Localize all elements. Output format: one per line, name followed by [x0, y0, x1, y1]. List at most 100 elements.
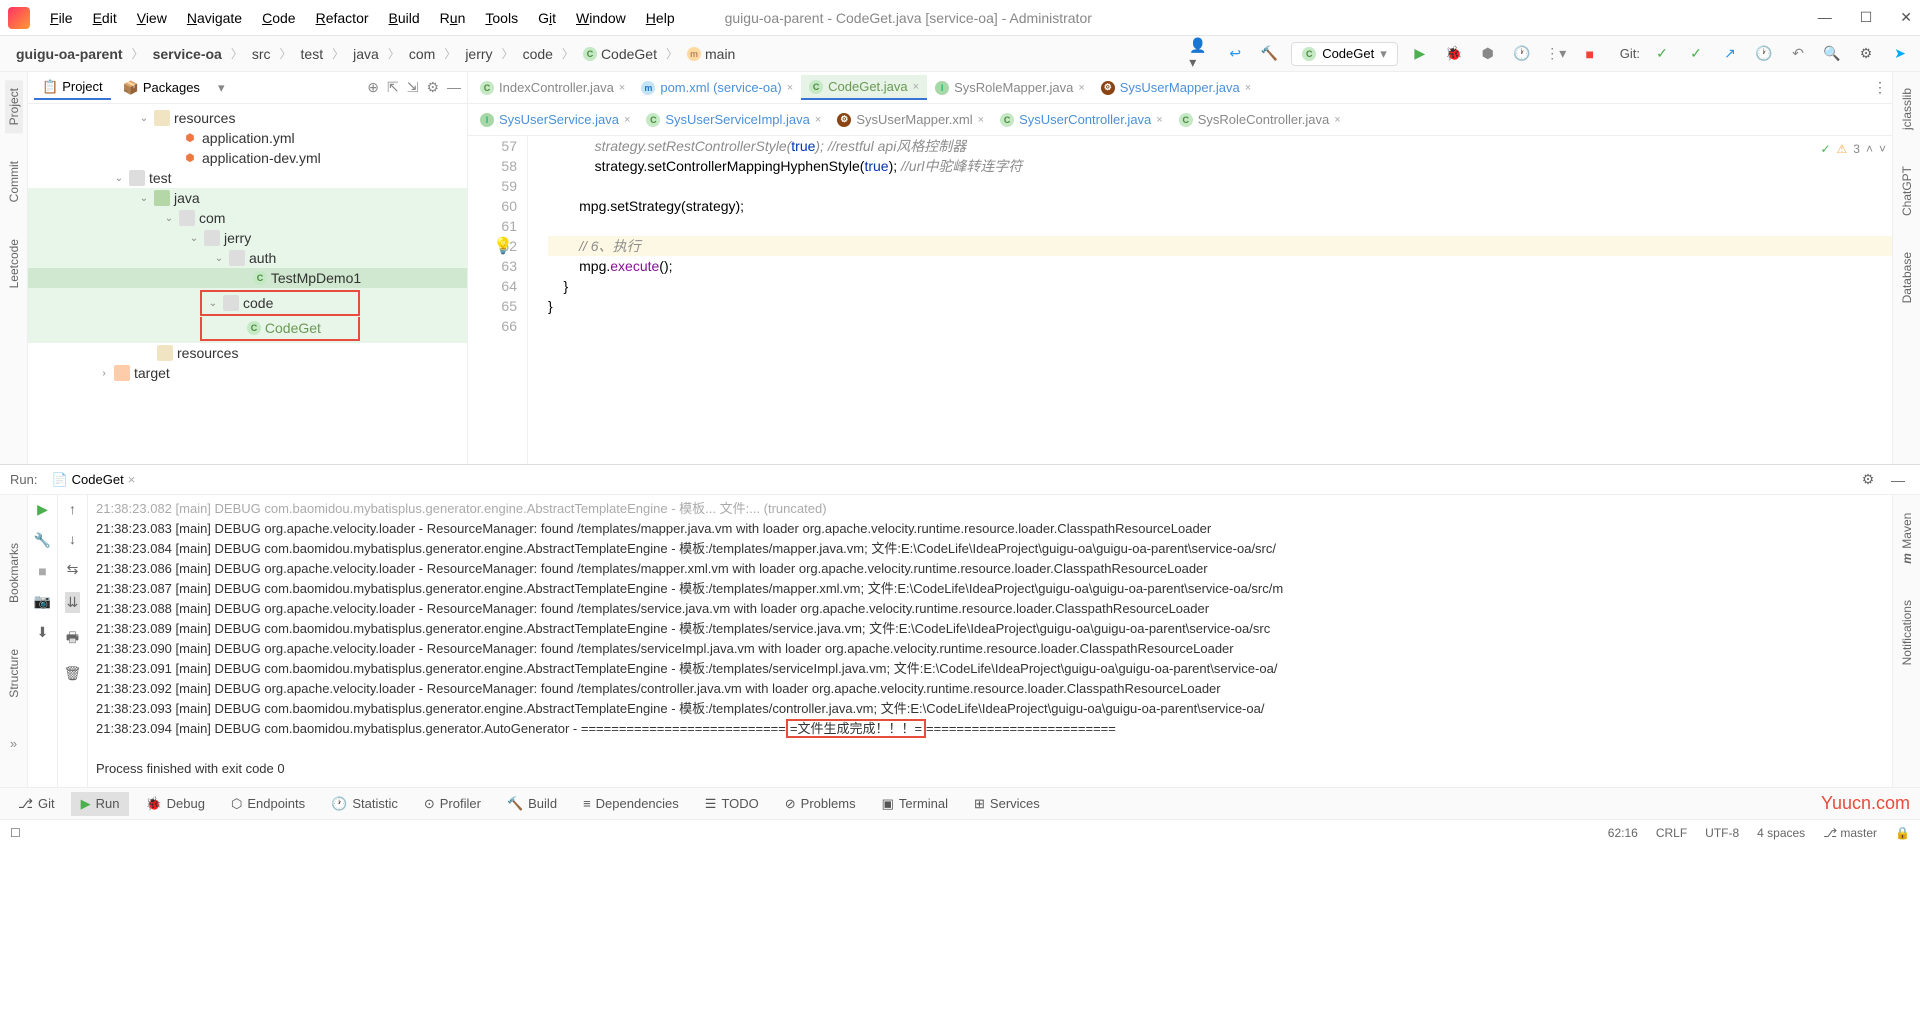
left-tab-structure[interactable]: Structure: [5, 641, 23, 706]
project-tree[interactable]: ⌄resources ⬢application.yml ⬢application…: [28, 104, 467, 464]
run-tool-button[interactable]: 🔧: [34, 532, 51, 549]
run-camera-button[interactable]: 📷: [34, 593, 51, 610]
menu-navigate[interactable]: Navigate: [177, 6, 252, 30]
bottom-tab-debug[interactable]: 🐞 Debug: [135, 792, 215, 816]
crumb-com[interactable]: com: [401, 43, 443, 65]
close-button[interactable]: ✕: [1900, 9, 1912, 26]
scroll-end-button[interactable]: ⇊: [65, 592, 81, 613]
tab-codeget[interactable]: CCodeGet.java×: [801, 75, 927, 100]
tab-sysuserserviceimpl[interactable]: CSysUserServiceImpl.java×: [638, 108, 829, 131]
project-tab[interactable]: 📋 Project: [34, 76, 111, 100]
run-config-selector[interactable]: CCodeGet▾: [1291, 42, 1398, 66]
code-editor[interactable]: ✓ ⚠3 ˄ ˅ 57585960616263646566 💡 strategy…: [468, 136, 1892, 464]
crumb-test[interactable]: test: [293, 43, 332, 65]
status-crlf[interactable]: CRLF: [1656, 826, 1687, 840]
tree-target[interactable]: target: [134, 365, 170, 381]
expand-button[interactable]: ⇱: [387, 79, 399, 96]
crumb-root[interactable]: guigu-oa-parent: [8, 43, 131, 65]
clear-button[interactable]: 🗑: [64, 665, 82, 682]
more-left-button[interactable]: »: [10, 736, 17, 751]
status-indent[interactable]: 4 spaces: [1757, 826, 1805, 840]
crumb-class[interactable]: CCodeGet: [575, 43, 665, 65]
left-tab-leetcode[interactable]: Leetcode: [5, 231, 23, 296]
tree-com[interactable]: com: [199, 210, 225, 226]
tree-test[interactable]: test: [149, 170, 172, 186]
left-tab-bookmarks[interactable]: Bookmarks: [5, 535, 23, 611]
coverage-button[interactable]: ⬢: [1476, 42, 1500, 66]
run-settings-button[interactable]: ⚙: [1856, 468, 1880, 492]
scroll-down-button[interactable]: ↓: [69, 531, 76, 547]
run-exit-button[interactable]: ⬇: [37, 624, 49, 641]
panel-hide-button[interactable]: —: [447, 79, 461, 96]
locate-button[interactable]: ⊕: [367, 79, 379, 96]
search-button[interactable]: 🔍: [1820, 42, 1844, 66]
debug-button[interactable]: 🐞: [1442, 42, 1466, 66]
tab-sysrolemapper[interactable]: ISysRoleMapper.java×: [927, 76, 1093, 99]
bottom-tab-statistic[interactable]: 🕐 Statistic: [321, 792, 408, 816]
tree-resources2[interactable]: resources: [177, 345, 238, 361]
git-push-button[interactable]: ↗: [1718, 42, 1742, 66]
menu-git[interactable]: Git: [528, 6, 566, 30]
panel-settings-button[interactable]: ⚙: [426, 79, 439, 96]
crumb-code[interactable]: code: [515, 43, 561, 65]
run-tab-codeget[interactable]: 📄 CodeGet ×: [43, 469, 143, 491]
bottom-tab-todo[interactable]: ☰ TODO: [695, 792, 769, 816]
right-tab-notifications[interactable]: Notifications: [1898, 592, 1916, 673]
tree-jerry[interactable]: jerry: [224, 230, 251, 246]
left-tab-commit[interactable]: Commit: [5, 153, 23, 210]
crumb-java[interactable]: java: [345, 43, 387, 65]
more-run-button[interactable]: ⋮▾: [1544, 42, 1568, 66]
menu-window[interactable]: Window: [566, 6, 636, 30]
code-content[interactable]: 💡 strategy.setRestControllerStyle(true);…: [528, 136, 1892, 464]
menu-run[interactable]: Run: [430, 6, 476, 30]
profile-button[interactable]: 🕐: [1510, 42, 1534, 66]
git-commit-button[interactable]: ✓: [1684, 42, 1708, 66]
status-quick-icon[interactable]: ☐: [10, 826, 21, 840]
tabs-more-button[interactable]: ⋮: [1868, 76, 1892, 100]
minimize-button[interactable]: —: [1818, 9, 1832, 26]
build-button[interactable]: 🔨: [1257, 42, 1281, 66]
maximize-button[interactable]: ☐: [1860, 9, 1873, 26]
tree-testmp[interactable]: TestMpDemo1: [271, 270, 361, 286]
bottom-tab-services[interactable]: ⊞ Services: [964, 792, 1050, 816]
intention-bulb-icon[interactable]: 💡: [493, 236, 513, 256]
right-tab-jclasslib[interactable]: jclasslib: [1898, 80, 1916, 138]
back-button[interactable]: ↩: [1223, 42, 1247, 66]
tree-codeget[interactable]: CodeGet: [265, 320, 321, 336]
menu-build[interactable]: Build: [379, 6, 430, 30]
status-branch[interactable]: ⎇ master: [1823, 826, 1877, 840]
bottom-tab-run[interactable]: ▶ Run: [71, 792, 130, 816]
right-tab-maven[interactable]: m Maven: [1898, 505, 1916, 572]
settings-button[interactable]: ⚙: [1854, 42, 1878, 66]
scroll-up-button[interactable]: ↑: [69, 501, 76, 517]
bottom-tab-problems[interactable]: ⊘ Problems: [775, 792, 866, 816]
right-tab-chatgpt[interactable]: ChatGPT: [1898, 158, 1916, 224]
run-hide-button[interactable]: —: [1886, 468, 1910, 492]
menu-tools[interactable]: Tools: [475, 6, 528, 30]
tab-sysuserservice[interactable]: ISysUserService.java×: [472, 108, 638, 131]
tab-sysusermapperxml[interactable]: ⚙SysUserMapper.xml×: [829, 108, 992, 131]
tree-app-yml[interactable]: application.yml: [202, 130, 295, 146]
crumb-jerry[interactable]: jerry: [457, 43, 500, 65]
run-button[interactable]: ▶: [1408, 42, 1432, 66]
tree-java[interactable]: java: [174, 190, 200, 206]
git-rollback-button[interactable]: ↶: [1786, 42, 1810, 66]
rerun-button[interactable]: ▶: [37, 501, 48, 518]
bottom-tab-endpoints[interactable]: ⬡ Endpoints: [221, 792, 315, 816]
crumb-module[interactable]: service-oa: [145, 43, 230, 65]
bottom-tab-build[interactable]: 🔨 Build: [497, 792, 567, 816]
menu-file[interactable]: File: [40, 6, 83, 30]
run-stop-button[interactable]: ■: [38, 563, 46, 579]
tab-indexcontroller[interactable]: CIndexController.java×: [472, 76, 633, 99]
tree-code[interactable]: code: [243, 295, 273, 311]
collapse-button[interactable]: ⇲: [407, 79, 419, 96]
console-output[interactable]: 21:38:23.082 [main] DEBUG com.baomidou.m…: [88, 495, 1892, 787]
tree-resources[interactable]: resources: [174, 110, 235, 126]
git-update-button[interactable]: ✓: [1650, 42, 1674, 66]
status-enc[interactable]: UTF-8: [1705, 826, 1739, 840]
print-button[interactable]: 🖶: [66, 627, 79, 651]
crumb-src[interactable]: src: [244, 43, 279, 65]
stop-button[interactable]: ■: [1578, 42, 1602, 66]
menu-help[interactable]: Help: [636, 6, 685, 30]
right-tab-database[interactable]: Database: [1898, 244, 1916, 311]
